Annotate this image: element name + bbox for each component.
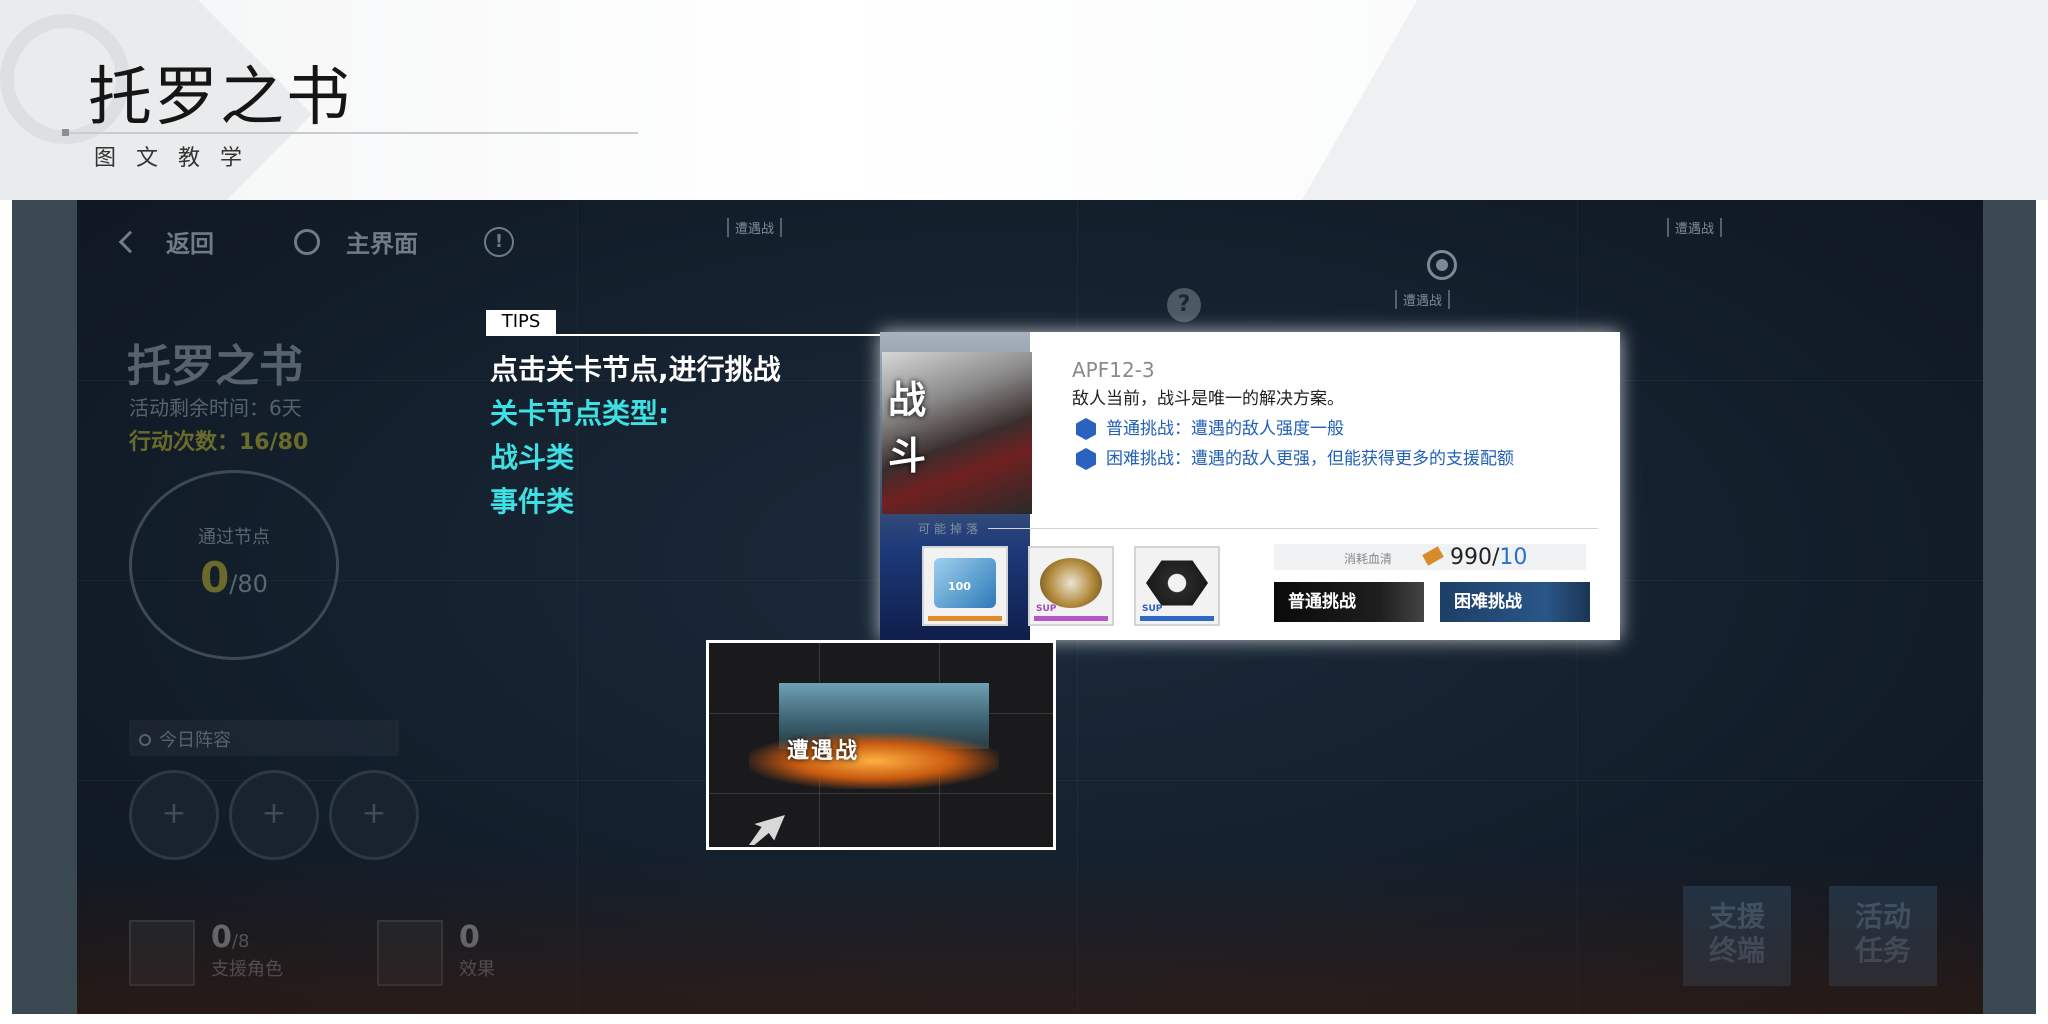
- drop-item-ticket[interactable]: 100: [922, 546, 1008, 626]
- event-time-remaining: 活动剩余时间：6天: [129, 396, 302, 420]
- hexagon-icon: [1076, 448, 1096, 470]
- tips-line-3: 战斗类: [490, 441, 575, 474]
- encounter-node-preview: 遭遇战: [706, 640, 1056, 850]
- map-node-label: 遭遇战: [727, 218, 783, 237]
- back-button[interactable]: 返回: [166, 224, 214, 259]
- encounter-label[interactable]: 遭遇战: [787, 733, 859, 765]
- item-badge: SUP: [1142, 604, 1163, 614]
- map-node[interactable]: [1427, 250, 1457, 280]
- serum-need: 10: [1499, 545, 1528, 570]
- tutorial-banner: 托罗之书 图文教学: [0, 0, 2048, 200]
- normal-option-text: 普通挑战：遭遇的敌人强度一般: [1106, 419, 1344, 439]
- serum-cost-label: 消耗血清: [1344, 552, 1393, 566]
- medal-icon: [1040, 558, 1102, 608]
- home-circle-icon[interactable]: [294, 228, 320, 255]
- tips-line-1: 点击关卡节点,进行挑战: [490, 353, 781, 386]
- nodes-passed-ring: 通过节点 0/80: [129, 470, 339, 660]
- map-node-label: 遭遇战: [1395, 290, 1451, 309]
- hexagon-icon: [1076, 418, 1096, 440]
- effect-stat: 0 效果: [459, 920, 495, 981]
- back-chevron-icon[interactable]: [118, 230, 142, 253]
- nodes-passed-total: /80: [229, 570, 268, 598]
- event-action-count: 行动次数：16/80: [129, 430, 309, 455]
- banner-bg-shape: [1244, 0, 2048, 200]
- tips-line-4: 事件类: [490, 485, 575, 518]
- normal-challenge-button[interactable]: 普通挑战: [1274, 582, 1424, 622]
- map-node-label: 遭遇战: [1667, 218, 1723, 237]
- serum-cost-value: 990/10: [1450, 545, 1527, 570]
- nodes-passed-value: 0: [200, 553, 230, 602]
- banner-subtitle: 图文教学: [94, 146, 263, 171]
- banner-title: 托罗之书: [88, 61, 352, 135]
- serum-have: 990/: [1450, 545, 1500, 570]
- nut-icon: [1146, 560, 1208, 606]
- lineup-slot[interactable]: +: [329, 770, 419, 860]
- rarity-bar: [1140, 616, 1214, 621]
- possible-drops-label: 可能掉落: [918, 522, 983, 536]
- home-button[interactable]: 主界面: [346, 224, 418, 259]
- event-tasks-label-1: 活动: [1854, 900, 1911, 933]
- tips-tag: TIPS: [486, 310, 556, 334]
- nodes-passed-label: 通过节点: [198, 527, 270, 548]
- support-terminal-label-2: 终端: [1708, 934, 1765, 967]
- nodes-passed-count: 0/80: [132, 553, 336, 602]
- support-total: /8: [231, 931, 250, 952]
- event-title: 托罗之书: [127, 341, 303, 392]
- effect-label: 效果: [459, 959, 495, 980]
- tips-underline: [486, 334, 880, 336]
- rarity-bar: [1034, 616, 1108, 621]
- preview-grid-line: [709, 793, 1053, 794]
- hard-option: 困难挑战：遭遇的敌人更强，但能获得更多的支援配额: [1076, 444, 1514, 470]
- stage-description: 敌人当前，战斗是唯一的解决方案。: [1072, 389, 1344, 409]
- item-badge: 100: [948, 580, 971, 593]
- effect-count: 0: [459, 920, 480, 955]
- stage-code: APF12-3: [1072, 358, 1155, 382]
- drop-item-nut[interactable]: SUP: [1134, 546, 1220, 626]
- support-icon[interactable]: [129, 920, 195, 986]
- event-tasks-label-2: 任务: [1854, 934, 1911, 967]
- support-label: 支援角色: [211, 959, 283, 980]
- lineup-slot[interactable]: +: [129, 770, 219, 860]
- hard-challenge-button[interactable]: 困难挑战: [1440, 582, 1590, 622]
- cursor-arrow-icon: [749, 815, 785, 845]
- support-stat: 0/8 支援角色: [211, 920, 283, 981]
- stage-detail-card: 战斗 APF12-3 敌人当前，战斗是唯一的解决方案。 普通挑战：遭遇的敌人强度…: [880, 332, 1620, 640]
- support-terminal-label-1: 支援: [1708, 900, 1765, 933]
- drop-item-medal[interactable]: SUP: [1028, 546, 1114, 626]
- item-badge: SUP: [1036, 604, 1057, 614]
- search-icon: [139, 734, 151, 746]
- effect-icon[interactable]: [377, 920, 443, 986]
- serum-key-icon: [1422, 546, 1444, 566]
- hard-option-text: 困难挑战：遭遇的敌人更强，但能获得更多的支援配额: [1106, 449, 1514, 469]
- rarity-bar: [928, 616, 1002, 621]
- grid-line: [577, 200, 578, 1014]
- normal-option: 普通挑战：遭遇的敌人强度一般: [1076, 414, 1344, 440]
- event-tasks-button[interactable]: 活动 任务: [1829, 886, 1937, 986]
- unknown-node-icon[interactable]: ?: [1167, 288, 1201, 322]
- banner-divider: [66, 132, 638, 134]
- lineup-search-label: 今日阵容: [159, 730, 231, 751]
- lineup-search[interactable]: 今日阵容: [129, 720, 399, 756]
- info-icon[interactable]: !: [484, 226, 514, 257]
- lineup-slot[interactable]: +: [229, 770, 319, 860]
- tips-line-2: 关卡节点类型:: [490, 397, 670, 430]
- serum-cost: 消耗血清 990/10: [1274, 544, 1586, 570]
- battle-type-label: 战斗: [888, 378, 927, 478]
- card-divider: [988, 528, 1598, 529]
- support-count: 0: [211, 920, 232, 955]
- support-terminal-button[interactable]: 支援 终端: [1683, 886, 1791, 986]
- top-nav: 返回 主界面 !: [118, 224, 514, 259]
- banner-divider-dot: [62, 129, 69, 136]
